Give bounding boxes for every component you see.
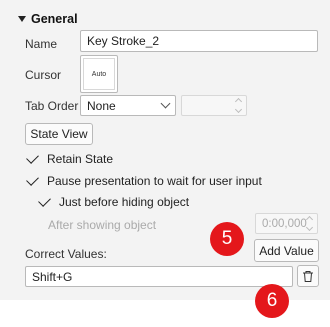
add-value-label: Add Value bbox=[259, 243, 314, 258]
trash-icon bbox=[303, 270, 313, 282]
cursor-picker[interactable]: Auto bbox=[80, 55, 118, 93]
cursor-preview-text: Auto bbox=[91, 70, 107, 78]
pause-presentation-checkbox[interactable]: Pause presentation to wait for user inpu… bbox=[25, 172, 262, 188]
name-label: Name bbox=[25, 37, 58, 51]
add-value-button[interactable]: Add Value bbox=[254, 239, 319, 262]
checkmark-icon bbox=[26, 150, 39, 164]
pause-presentation-label: Pause presentation to wait for user inpu… bbox=[47, 174, 262, 188]
state-view-label: State View bbox=[30, 127, 88, 141]
correct-value-text: Shift+G bbox=[32, 269, 73, 284]
tab-order-selected: None bbox=[87, 98, 116, 113]
after-showing-time: 0:00,000 bbox=[262, 218, 307, 230]
after-showing-time-input[interactable]: 0:00,000 bbox=[255, 213, 318, 234]
name-input[interactable]: Key Stroke_2 bbox=[80, 30, 318, 52]
spinner-arrows-icon[interactable] bbox=[305, 215, 314, 232]
delete-value-button[interactable] bbox=[297, 265, 319, 287]
cursor-preview: Auto bbox=[83, 58, 115, 90]
chevron-down-icon bbox=[160, 98, 171, 109]
general-section-header[interactable]: General bbox=[18, 12, 78, 26]
correct-value-item[interactable]: Shift+G bbox=[25, 266, 293, 287]
name-value: Key Stroke_2 bbox=[87, 34, 160, 48]
cursor-label: Cursor bbox=[25, 68, 62, 82]
checkmark-icon bbox=[26, 172, 39, 186]
state-view-button[interactable]: State View bbox=[25, 123, 93, 145]
after-showing-label: After showing object bbox=[48, 218, 157, 232]
properties-panel: General Name Key Stroke_2 Cursor Auto Ta… bbox=[0, 0, 330, 300]
retain-state-label: Retain State bbox=[47, 152, 114, 166]
just-before-hiding-label: Just before hiding object bbox=[59, 195, 190, 209]
section-title: General bbox=[31, 12, 78, 26]
retain-state-checkbox[interactable]: Retain State bbox=[25, 150, 114, 166]
correct-values-label: Correct Values: bbox=[25, 247, 107, 261]
step-5-badge: 5 bbox=[210, 222, 244, 256]
tab-order-number-input[interactable] bbox=[181, 95, 247, 116]
just-before-hiding-checkbox[interactable]: Just before hiding object bbox=[37, 193, 190, 209]
checkmark-icon bbox=[38, 193, 51, 207]
tab-order-select[interactable]: None bbox=[80, 95, 176, 116]
spinner-arrows-icon[interactable] bbox=[234, 97, 243, 114]
step-6-badge: 6 bbox=[255, 284, 289, 318]
collapse-triangle-icon[interactable] bbox=[18, 16, 26, 22]
tab-order-label: Tab Order bbox=[25, 99, 79, 113]
